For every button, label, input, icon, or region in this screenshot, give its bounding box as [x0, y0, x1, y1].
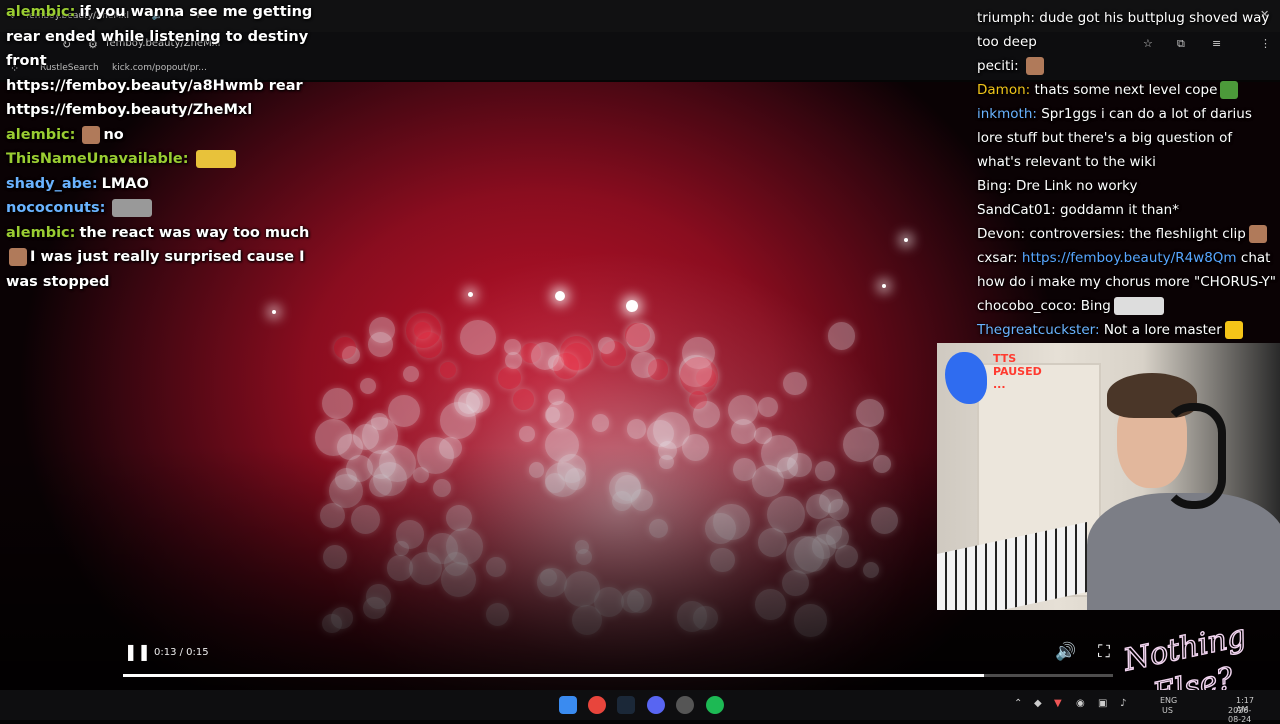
right-chat-message: Thegreatcuckster: Not a lore master [977, 318, 1277, 342]
chat-text: LMAO [101, 175, 149, 192]
windows-taskbar: ⌃ ◆ ▼ ◉ ▣ ♪ ENG US 1:17 AM 2026-08-24 [0, 690, 1280, 724]
chat-link[interactable]: https://femboy.beauty/R4w8Qm [1022, 250, 1237, 266]
volume-icon[interactable]: 🔊 [1055, 642, 1076, 662]
chat-text: the react was way too much [79, 224, 310, 241]
left-chat-message: alembic: if you wanna see me getting rear… [6, 0, 336, 74]
left-chat-message: shady_abe: LMAO [6, 172, 336, 197]
chat-text: https://femboy.beauty/a8Hwmb rear https:… [6, 77, 303, 119]
windows-start-icon[interactable] [559, 696, 577, 714]
tray-region: US [1162, 706, 1173, 715]
tray-date: 2026-08-24 [1228, 706, 1252, 724]
tray-steam-icon[interactable]: ◆ [1034, 698, 1042, 709]
chat-username[interactable]: alembic: [6, 127, 75, 143]
chat-text: Dre Link no worky [1015, 178, 1138, 194]
pause-icon[interactable]: ❚❚ [124, 642, 151, 661]
obs-icon[interactable] [676, 696, 694, 714]
chat-username[interactable]: Thegreatcuckster: [977, 322, 1100, 338]
tts-status-badge: TTS PAUSED ... [945, 350, 1055, 410]
face-emote-icon [1025, 57, 1044, 75]
chat-username[interactable]: Bing: [977, 178, 1012, 194]
wings-emote-icon [1113, 297, 1164, 315]
chat-text: goddamn it than* [1059, 202, 1179, 218]
face-emote-icon [1248, 225, 1267, 243]
chat-text: Bing [1080, 298, 1111, 314]
left-chat-message: alembic: the react was way too much [6, 221, 336, 246]
pepe-emote-icon [1220, 81, 1239, 99]
duck-emote-icon [1224, 321, 1243, 339]
steam-icon[interactable] [617, 696, 635, 714]
right-chat-message: inkmoth: Spr1ggs i can do a lot of dariu… [977, 102, 1277, 174]
tts-line-2: PAUSED [993, 365, 1042, 378]
chat-username[interactable]: Devon: [977, 226, 1025, 242]
playback-time: 0:13 / 0:15 [154, 647, 209, 658]
tray-app-icon[interactable]: ▣ [1098, 698, 1107, 709]
chat-username[interactable]: SandCat01: [977, 202, 1056, 218]
chat-username[interactable]: ThisNameUnavailable: [6, 151, 189, 167]
tray-chevron-icon[interactable]: ⌃ [1014, 698, 1022, 709]
tts-bird-icon [945, 352, 987, 404]
tray-mic-icon[interactable]: ♪ [1120, 698, 1126, 709]
left-chat-message: https://femboy.beauty/a8Hwmb rear https:… [6, 74, 336, 123]
chat-username[interactable]: shady_abe: [6, 176, 98, 192]
left-chat-message: alembic: no [6, 123, 336, 148]
left-chat-message: nococonuts: [6, 196, 336, 221]
right-chat-message: Damon: thats some next level cope [977, 78, 1277, 102]
progress-fill [123, 674, 985, 677]
chat-text: Not a lore master [1103, 322, 1222, 338]
chat-username[interactable]: Damon: [977, 82, 1030, 98]
tts-status-text: TTS PAUSED ... [993, 352, 1042, 391]
webcam-blanket [1087, 493, 1280, 610]
left-chat-message: I was just really surprised cause I was … [6, 245, 336, 294]
chat-text: controversies: the fleshlight clip [1029, 226, 1246, 242]
spotify-icon[interactable] [706, 696, 724, 714]
right-chat-message: Bing: Dre Link no worky [977, 174, 1277, 198]
right-chat-message: chocobo_coco: Bing [977, 294, 1277, 318]
tray-network-icon[interactable]: ◉ [1076, 698, 1085, 709]
chat-username[interactable]: chocobo_coco: [977, 298, 1076, 314]
chat-text: I was just really surprised cause I was … [6, 249, 305, 290]
left-chat-overlay: alembic: if you wanna see me getting rear… [6, 0, 336, 294]
chat-text: thats some next level cope [1034, 82, 1218, 98]
left-chat-message: ThisNameUnavailable: [6, 147, 336, 172]
tray-lang[interactable]: ENG [1160, 696, 1177, 705]
chat-username[interactable]: alembic: [6, 225, 75, 241]
right-chat-message: triumph: dude got his buttplug shoved wa… [977, 6, 1277, 54]
discord-icon[interactable] [647, 696, 665, 714]
chat-username[interactable]: nococonuts: [6, 200, 105, 216]
right-chat-message: cxsar: https://femboy.beauty/R4w8Qm chat… [977, 246, 1277, 294]
chat-username[interactable]: cxsar: [977, 250, 1018, 266]
chat-username[interactable]: triumph: [977, 10, 1035, 26]
chat-username[interactable]: inkmoth: [977, 106, 1037, 122]
chrome-icon[interactable] [588, 696, 606, 714]
chat-text: no [103, 126, 124, 143]
right-chat-message: SandCat01: goddamn it than* [977, 198, 1277, 222]
tts-line-3: ... [993, 378, 1006, 391]
right-chat-message: peciti: [977, 54, 1277, 78]
face-emote-icon [82, 125, 101, 144]
right-chat-overlay: triumph: dude got his buttplug shoved wa… [977, 6, 1277, 342]
headphones-icon [1162, 403, 1226, 509]
face-emote-icon [9, 248, 27, 266]
wave-emote-icon [112, 199, 153, 217]
progress-bar[interactable] [123, 674, 1113, 677]
chat-username[interactable]: alembic: [6, 4, 75, 20]
car-emote-icon [195, 150, 236, 168]
right-chat-message: Devon: controversies: the fleshlight cli… [977, 222, 1277, 246]
tray-brave-icon[interactable]: ▼ [1054, 698, 1062, 709]
tts-line-1: TTS [993, 352, 1017, 365]
chat-username[interactable]: peciti: [977, 58, 1019, 74]
